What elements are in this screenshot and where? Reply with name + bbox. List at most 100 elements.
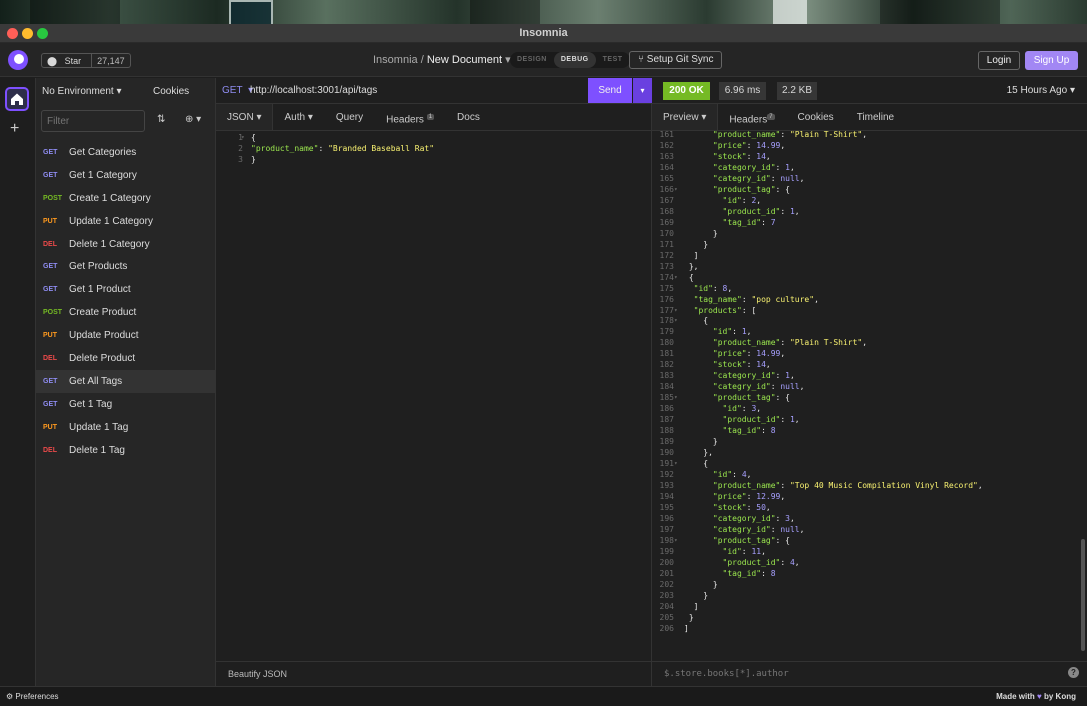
- tab-timeline[interactable]: Timeline: [846, 104, 906, 130]
- response-filter-input[interactable]: $.store.books[*].author: [652, 661, 1087, 686]
- send-options-chevron-icon[interactable]: ▾: [633, 78, 652, 103]
- code-line: 1 ▾{: [216, 132, 652, 143]
- breadcrumb[interactable]: Insomnia / New Document ▾: [373, 53, 511, 66]
- fold-chevron-icon[interactable]: ▾: [674, 393, 684, 404]
- code-token: "tag_id": [722, 568, 762, 578]
- tab-body-json[interactable]: JSON ▾: [216, 104, 274, 130]
- response-history-select[interactable]: 15 Hours Ago ▾: [1007, 85, 1075, 96]
- fold-chevron-icon[interactable]: ▾: [674, 536, 684, 547]
- sidebar-request-item[interactable]: GET Get 1 Category: [36, 164, 215, 187]
- help-icon[interactable]: ?: [1068, 667, 1079, 678]
- code-token: :: [746, 140, 757, 150]
- code-line: 201 "tag_id": 8: [652, 569, 1077, 580]
- code-line: 168 "product_id": 1,: [652, 207, 1077, 218]
- code-token: "tag_name": [693, 294, 742, 304]
- request-body-editor[interactable]: 1 ▾{2 "product_name": "Branded Baseball Ra…: [216, 132, 652, 165]
- sort-icon[interactable]: ⇅: [157, 114, 165, 125]
- fold-gutter: [674, 207, 684, 218]
- url-bar: GET ▾ http://localhost:3001/api/tags Sen…: [216, 78, 652, 104]
- tab-auth[interactable]: Auth ▾: [273, 104, 324, 130]
- mode-debug-tab[interactable]: DEBUG: [553, 52, 596, 68]
- sidebar-request-item[interactable]: GET Get 1 Product: [36, 278, 215, 301]
- sidebar-request-item[interactable]: DEL Delete 1 Category: [36, 233, 215, 256]
- sidebar-request-item[interactable]: PUT Update 1 Category: [36, 210, 215, 233]
- top-header: ⬤ Star 27,147 Insomnia / New Document ▾ …: [0, 43, 1087, 77]
- tab-preview[interactable]: Preview ▾: [652, 104, 719, 130]
- fold-gutter: [674, 569, 684, 580]
- insomnia-logo-icon[interactable]: [8, 50, 28, 70]
- sidebar-filter-input[interactable]: [41, 110, 145, 132]
- sidebar-request-item[interactable]: POST Create Product: [36, 301, 215, 324]
- sidebar-request-item[interactable]: GET Get Products: [36, 255, 215, 278]
- breadcrumb-root[interactable]: Insomnia /: [373, 54, 424, 66]
- code-line: 3}: [216, 154, 652, 165]
- code-token: : {: [775, 393, 790, 403]
- tab-headers[interactable]: Headers 1: [375, 104, 446, 130]
- code-line: 180 "product_name": "Plain T-Shirt",: [652, 338, 1077, 349]
- response-body-viewer[interactable]: 161 "product_name": "Plain T-Shirt", 162 …: [652, 130, 1077, 635]
- code-token: ,: [727, 283, 733, 293]
- code-line: 166 ▾ "product_tag": {: [652, 185, 1077, 196]
- tab-response-cookies[interactable]: Cookies: [787, 104, 846, 130]
- code-line: 162 "price": 14.99,: [652, 141, 1077, 152]
- code-token: ,: [780, 140, 786, 150]
- cookies-button[interactable]: Cookies: [153, 86, 189, 97]
- mode-design-tab[interactable]: DESIGN: [510, 52, 554, 68]
- request-pane: GET ▾ http://localhost:3001/api/tags Sen…: [216, 78, 652, 686]
- response-tabs: Preview ▾ Headers 7 Cookies Timeline: [652, 104, 1087, 131]
- code-token: ,: [799, 173, 805, 183]
- code-line: 196 "category_id": 3,: [652, 514, 1077, 525]
- beautify-json-button[interactable]: Beautify JSON: [216, 661, 652, 686]
- add-project-icon[interactable]: +: [10, 120, 19, 138]
- sidebar-request-item[interactable]: POST Create 1 Category: [36, 187, 215, 210]
- home-icon[interactable]: [5, 87, 29, 111]
- code-line: 161 "product_name": "Plain T-Shirt",: [652, 130, 1077, 141]
- send-button[interactable]: Send: [588, 78, 632, 103]
- code-token: ,: [765, 502, 771, 512]
- fold-gutter: [674, 591, 684, 602]
- sidebar-request-item[interactable]: GET Get 1 Tag: [36, 393, 215, 416]
- sidebar-request-item[interactable]: GET Get All Tags: [36, 369, 215, 393]
- sidebar-request-item[interactable]: PUT Update Product: [36, 324, 215, 347]
- code-line: 195 "stock": 50,: [652, 503, 1077, 514]
- sidebar-request-item[interactable]: DEL Delete 1 Tag: [36, 439, 215, 462]
- preferences-button[interactable]: ⚙ Preferences: [6, 692, 59, 701]
- tab-response-headers[interactable]: Headers 7: [718, 104, 786, 130]
- mode-test-tab[interactable]: TEST: [596, 52, 630, 68]
- setup-git-sync-button[interactable]: ⑂ Setup Git Sync: [629, 51, 723, 69]
- code-token: ,: [794, 206, 800, 216]
- code-token: :: [780, 338, 790, 348]
- code-token: ,: [799, 382, 805, 392]
- code-token: }: [712, 437, 718, 447]
- response-scrollbar[interactable]: [1081, 539, 1085, 651]
- tab-docs[interactable]: Docs: [446, 104, 492, 130]
- response-pane: 200 OK 6.96 ms 2.2 KB 15 Hours Ago ▾ Pre…: [652, 78, 1087, 686]
- breadcrumb-document[interactable]: New Document: [427, 54, 502, 66]
- fold-chevron-icon[interactable]: ▾: [674, 459, 684, 470]
- code-token: "id": [722, 546, 742, 556]
- code-token: :: [761, 217, 771, 227]
- fold-chevron-icon[interactable]: ▾: [241, 132, 251, 143]
- fold-chevron-icon[interactable]: ▾: [674, 306, 684, 317]
- gear-icon: ⚙: [6, 692, 14, 701]
- request-list: GET Get Categories GET Get 1 Category POST Cr…: [36, 141, 215, 461]
- add-request-icon[interactable]: ⊕ ▾: [185, 114, 201, 125]
- url-input[interactable]: http://localhost:3001/api/tags: [250, 85, 377, 96]
- fold-chevron-icon[interactable]: ▾: [674, 273, 684, 284]
- code-token: "id": [722, 195, 742, 205]
- sidebar-request-item[interactable]: GET Get Categories: [36, 141, 215, 164]
- github-star-button[interactable]: ⬤ Star 27,147: [41, 53, 131, 68]
- sidebar-request-item[interactable]: DEL Delete Product: [36, 347, 215, 370]
- code-token: ]: [693, 250, 699, 260]
- sidebar-request-item[interactable]: PUT Update 1 Tag: [36, 416, 215, 439]
- environment-select[interactable]: No Environment ▾: [42, 86, 122, 97]
- tab-query[interactable]: Query: [325, 104, 375, 130]
- code-token: :: [746, 151, 757, 161]
- fold-chevron-icon[interactable]: ▾: [674, 316, 684, 327]
- fold-chevron-icon[interactable]: ▾: [674, 185, 684, 196]
- code-token: }: [712, 228, 718, 238]
- login-button[interactable]: Login: [978, 51, 1020, 70]
- signup-button[interactable]: Sign Up: [1025, 51, 1078, 70]
- code-token: 14: [756, 151, 766, 161]
- method-select[interactable]: GET ▾: [222, 85, 253, 96]
